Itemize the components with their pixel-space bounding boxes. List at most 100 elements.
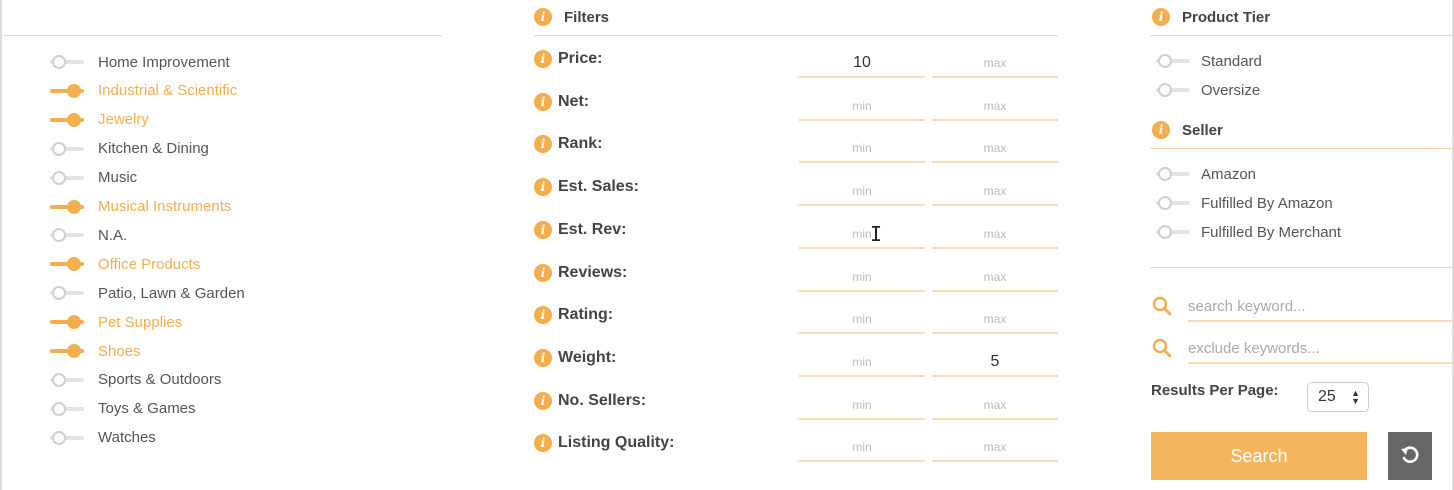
filter-label-text: Est. Sales: <box>558 178 639 196</box>
toggle-switch[interactable] <box>46 55 86 69</box>
toggle-switch[interactable] <box>1152 83 1192 97</box>
reset-button[interactable] <box>1388 432 1432 480</box>
toggle-switch[interactable] <box>46 372 86 387</box>
category-item[interactable]: Shoes <box>46 340 141 362</box>
toggle-knob <box>67 344 81 358</box>
search-button[interactable]: Search <box>1151 432 1367 480</box>
filter-min-input[interactable] <box>799 306 925 335</box>
filter-min-input[interactable] <box>799 50 925 78</box>
info-icon[interactable]: i <box>1152 121 1170 139</box>
toggle-switch[interactable] <box>46 257 86 272</box>
filter-max-input[interactable] <box>932 263 1058 292</box>
filter-label-text: Listing Quality: <box>558 434 675 452</box>
option-item[interactable]: Amazon <box>1152 163 1256 185</box>
text-cursor-icon: I <box>870 222 883 246</box>
category-item[interactable]: Home Improvement <box>46 51 230 73</box>
category-item[interactable]: Musical Instruments <box>46 196 231 218</box>
info-icon[interactable]: i <box>534 263 552 282</box>
category-item[interactable]: Office Products <box>46 253 200 275</box>
toggle-switch[interactable] <box>46 141 86 156</box>
option-item[interactable]: Fulfilled By Merchant <box>1152 221 1341 243</box>
filter-max-input[interactable] <box>932 220 1058 249</box>
toggle-knob <box>52 170 66 185</box>
filter-min-input[interactable] <box>799 135 925 164</box>
toggle-switch[interactable] <box>1152 196 1192 210</box>
seller-bottom-divider <box>1150 267 1452 268</box>
search-button-label: Search <box>1230 445 1288 466</box>
toggle-switch[interactable] <box>46 286 86 301</box>
filter-min-input[interactable] <box>799 391 925 420</box>
info-icon[interactable]: i <box>534 348 552 367</box>
filter-label-text: Price: <box>558 50 603 67</box>
exclude-keyword-row <box>1150 334 1452 364</box>
info-icon[interactable]: i <box>534 92 552 111</box>
info-icon[interactable]: i <box>534 50 552 68</box>
filter-max-input[interactable] <box>932 434 1058 463</box>
info-icon[interactable]: i <box>534 178 552 197</box>
search-keyword-input[interactable] <box>1188 292 1452 322</box>
toggle-switch[interactable] <box>1152 167 1192 181</box>
toggle-switch[interactable] <box>46 199 86 214</box>
info-icon[interactable]: i <box>534 391 552 410</box>
filter-row: i Weight: <box>534 348 1058 389</box>
option-item[interactable]: Oversize <box>1152 79 1260 101</box>
toggle-switch[interactable] <box>1152 54 1192 68</box>
exclude-keywords-input[interactable] <box>1188 334 1452 364</box>
filter-max-input[interactable] <box>932 178 1058 207</box>
filter-max-input[interactable] <box>932 306 1058 335</box>
filter-max-input[interactable] <box>932 391 1058 420</box>
category-item[interactable]: Kitchen & Dining <box>46 138 209 160</box>
option-item[interactable]: Fulfilled By Amazon <box>1152 192 1333 214</box>
category-item[interactable]: N.A. <box>46 224 127 246</box>
filter-label: i Est. Rev: <box>534 220 626 239</box>
category-item[interactable]: Jewelry <box>46 109 149 131</box>
info-icon[interactable]: i <box>534 8 552 26</box>
toggle-switch[interactable] <box>1152 225 1192 239</box>
filter-min-input[interactable] <box>799 220 925 249</box>
option-item[interactable]: Standard <box>1152 50 1262 72</box>
toggle-switch[interactable] <box>46 401 86 416</box>
filter-max-input[interactable] <box>932 50 1058 78</box>
category-item[interactable]: Patio, Lawn & Garden <box>46 282 245 304</box>
filter-max-input[interactable] <box>932 135 1058 164</box>
filter-min-input[interactable] <box>799 434 925 463</box>
seller-title: Seller <box>1182 121 1223 139</box>
toggle-switch[interactable] <box>46 228 86 243</box>
info-icon[interactable]: i <box>534 135 552 154</box>
seller-divider <box>1150 148 1452 149</box>
filter-label: i Price: <box>534 50 602 68</box>
category-item[interactable]: Music <box>46 167 137 189</box>
filter-label-text: Weight: <box>558 348 617 366</box>
info-icon[interactable]: i <box>534 220 552 239</box>
info-icon[interactable]: i <box>534 306 552 325</box>
filter-min-input[interactable] <box>799 92 925 121</box>
filter-max-input[interactable] <box>932 92 1058 121</box>
info-icon[interactable]: i <box>534 434 552 453</box>
toggle-knob <box>52 228 66 243</box>
toggle-switch[interactable] <box>46 344 86 358</box>
toggle-switch[interactable] <box>46 112 86 127</box>
filter-label: i Listing Quality: <box>534 434 675 453</box>
filter-min-input[interactable] <box>799 348 925 377</box>
category-item[interactable]: Toys & Games <box>46 398 196 420</box>
info-icon[interactable]: i <box>1152 8 1170 26</box>
filter-row: i Rank: <box>534 135 1058 175</box>
filter-max-input[interactable] <box>932 348 1058 377</box>
filter-row: i Rating: <box>534 306 1058 346</box>
filter-min-input[interactable] <box>799 263 925 292</box>
category-item[interactable]: Watches <box>46 427 156 449</box>
toggle-switch[interactable] <box>46 170 86 185</box>
filter-label: i Weight: <box>534 348 617 367</box>
filter-min-input[interactable] <box>799 178 925 207</box>
results-per-page-select[interactable]: 25 ▲ ▼ <box>1307 382 1369 412</box>
toggle-switch[interactable] <box>46 430 86 445</box>
results-per-page-label: Results Per Page: <box>1151 382 1279 399</box>
toggle-switch[interactable] <box>46 315 86 330</box>
category-item[interactable]: Sports & Outdoors <box>46 369 221 391</box>
category-item[interactable]: Industrial & Scientific <box>46 80 237 102</box>
toggle-knob <box>52 372 66 387</box>
toggle-switch[interactable] <box>46 83 86 98</box>
toggle-knob <box>1158 83 1172 97</box>
category-panel: Home Improvement Industrial & Scientific J… <box>0 0 442 490</box>
category-item[interactable]: Pet Supplies <box>46 311 182 333</box>
